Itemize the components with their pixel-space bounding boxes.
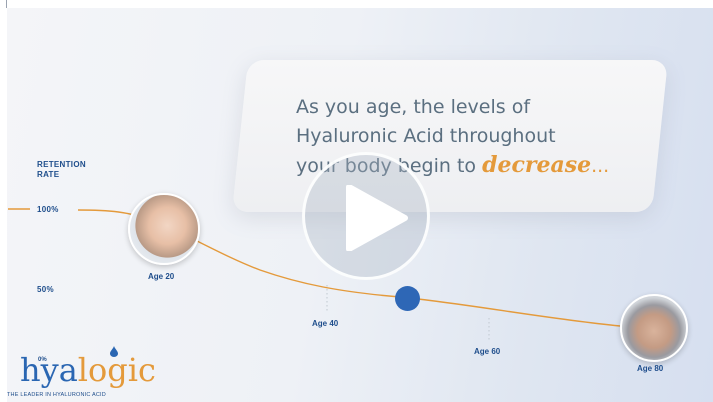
retention-label-line-1: RETENTION: [37, 160, 86, 169]
age-label-60: Age 60: [474, 347, 501, 356]
age-label-80: Age 80: [637, 364, 664, 373]
retention-rate-label: RETENTION RATE: [37, 160, 86, 180]
retention-label-line-2: RATE: [37, 170, 60, 179]
progress-dot: [395, 286, 420, 311]
logo-word-a: hya: [20, 351, 78, 389]
older-woman-avatar: [620, 294, 688, 362]
hyalogic-logo: hyalogic: [20, 354, 156, 386]
play-button[interactable]: [302, 152, 430, 280]
headline-ellipsis: ...: [591, 155, 610, 177]
headline-line-2: Hyaluronic Acid throughout: [296, 125, 556, 147]
y-label-50: 50%: [37, 285, 54, 294]
young-woman-avatar: [128, 193, 200, 265]
droplet-icon: [110, 346, 118, 357]
y-label-100: 100%: [37, 205, 59, 214]
age-label-40: Age 40: [312, 319, 339, 328]
headline-line-1: As you age, the levels of: [296, 96, 531, 118]
headline-emphasis: decrease: [482, 152, 592, 178]
play-icon: [346, 185, 408, 251]
age-label-20: Age 20: [148, 272, 175, 281]
logo-tagline: THE LEADER IN HYALURONIC ACID: [7, 392, 106, 398]
